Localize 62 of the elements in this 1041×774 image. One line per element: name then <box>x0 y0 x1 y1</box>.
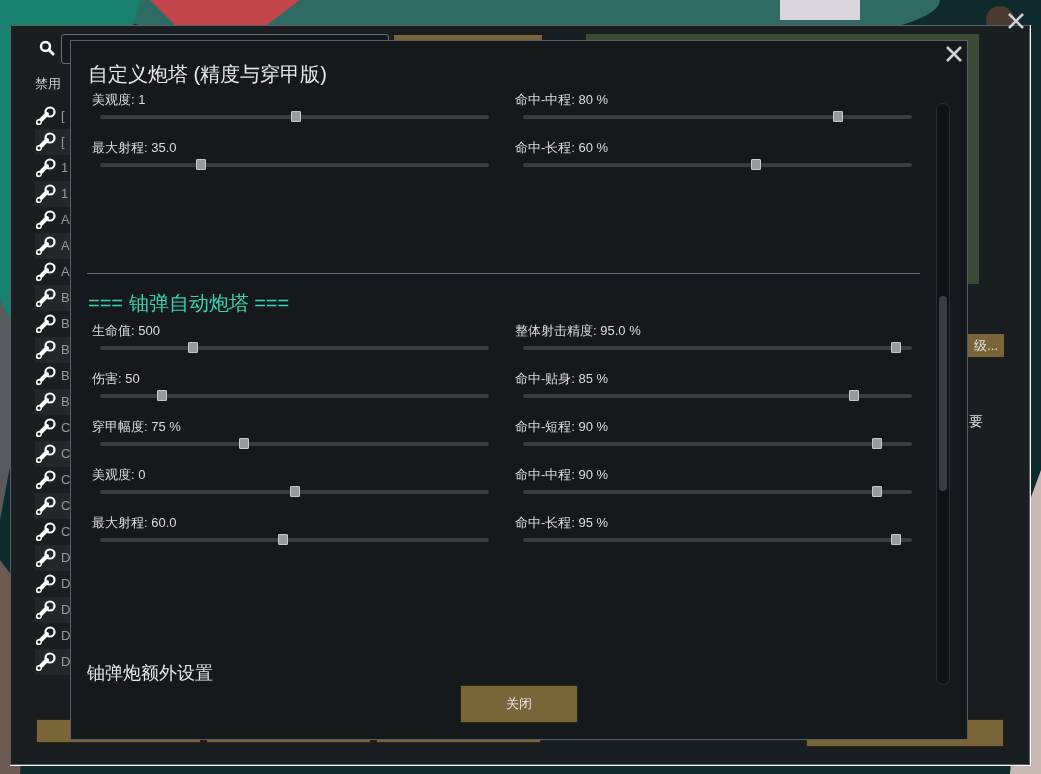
slider-label: 美观度: 0 <box>92 466 146 484</box>
mod-list-item[interactable]: D <box>35 571 95 597</box>
slider-label: 整体射击精度: 95.0 % <box>515 322 641 340</box>
wrench-icon <box>35 418 57 438</box>
close-icon[interactable] <box>945 45 963 63</box>
slider-label: 命中-长程: 95 % <box>515 514 609 532</box>
description-text: 要 <box>969 412 983 431</box>
wrench-icon <box>35 496 57 516</box>
slider-label: 命中-短程: 90 % <box>515 418 609 436</box>
slider-label: 命中-中程: 90 % <box>515 466 609 484</box>
mod-list-item[interactable]: A <box>35 207 95 233</box>
wrench-icon <box>35 106 57 126</box>
slider-label: 美观度: 1 <box>92 91 146 109</box>
slider-thumb[interactable] <box>848 390 859 401</box>
mod-list-item[interactable]: A <box>35 259 95 285</box>
slider-thumb[interactable] <box>291 111 302 122</box>
mod-list-item[interactable]: 1 <box>35 155 95 181</box>
wrench-icon <box>35 210 57 230</box>
wrench-icon <box>35 262 57 282</box>
slider-thumb[interactable] <box>289 486 300 497</box>
slider-thumb[interactable] <box>891 342 902 353</box>
wrench-icon <box>35 158 57 178</box>
dialog-title: 自定义炮塔 (精度与穿甲版) <box>88 62 327 87</box>
slider-label: 穿甲幅度: 75 % <box>92 418 181 436</box>
slider-thumb[interactable] <box>238 438 249 449</box>
wrench-icon <box>35 392 57 412</box>
slider-thumb[interactable] <box>872 486 882 497</box>
slider-label: 命中-中程: 80 % <box>515 91 609 109</box>
slider-thumb[interactable] <box>277 534 288 545</box>
wrench-icon <box>35 314 57 334</box>
wrench-icon <box>35 340 57 360</box>
slider-label: 命中-长程: 60 % <box>515 139 609 157</box>
wrench-icon <box>35 626 57 646</box>
wrench-icon <box>35 548 57 568</box>
wrench-icon <box>35 652 57 672</box>
close-button[interactable]: 关闭 <box>460 685 578 723</box>
mod-list-item[interactable]: D <box>35 623 95 649</box>
slider-thumb[interactable] <box>196 159 207 170</box>
slider-label: 最大射程: 35.0 <box>92 139 177 157</box>
wrench-icon <box>35 132 57 152</box>
scrollbar[interactable] <box>936 103 950 685</box>
slider-label: 命中-贴身: 85 % <box>515 370 609 388</box>
slider-thumb[interactable] <box>751 159 762 170</box>
slider-label: 伤害: 50 <box>92 370 140 388</box>
wrench-icon <box>35 444 57 464</box>
slider-thumb[interactable] <box>833 111 844 122</box>
slider-label: 生命值: 500 <box>92 322 160 340</box>
wrench-icon <box>35 288 57 308</box>
wrench-icon <box>35 184 57 204</box>
search-icon <box>39 40 55 56</box>
wrench-icon <box>35 366 57 386</box>
slider-label: 最大射程: 60.0 <box>92 514 177 532</box>
slider-thumb[interactable] <box>891 534 902 545</box>
wrench-icon <box>35 236 57 256</box>
filter-label: 禁用 <box>35 75 61 93</box>
slider-thumb[interactable] <box>872 438 882 449</box>
slider-thumb[interactable] <box>157 390 168 401</box>
wrench-icon <box>35 470 57 490</box>
wrench-icon <box>35 522 57 542</box>
wrench-icon <box>35 574 57 594</box>
slider-thumb[interactable] <box>188 342 199 353</box>
wrench-icon <box>35 600 57 620</box>
